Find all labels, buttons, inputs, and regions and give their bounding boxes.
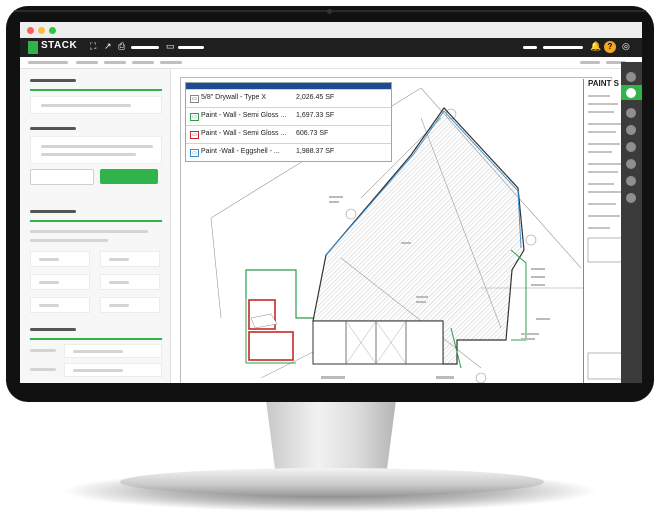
row-value-field[interactable] [64,363,162,377]
window-close-button[interactable] [27,27,34,34]
field-label [39,258,59,261]
info-line [30,239,108,242]
rail-tool-icon[interactable] [626,108,636,118]
section-divider [30,89,162,91]
rail-tool-icon[interactable] [626,72,636,82]
monitor-base [120,468,544,496]
rail-tool-icon-active[interactable] [626,88,636,98]
field-label [109,281,129,284]
rail-tool-icon[interactable] [626,176,636,186]
subnav-item[interactable] [580,61,600,64]
legend-item-name: Paint - Wall - Semi Gloss ... [201,130,287,137]
textarea-line [41,145,153,148]
sheet-notes [587,95,625,380]
primary-action-button[interactable] [100,169,158,184]
section-heading [30,328,76,331]
field-label [109,258,129,261]
bell-icon[interactable]: 🔔 [590,41,601,52]
legend-item-name: Paint -Wall - Eggshell - ... [201,148,280,155]
section-divider [30,220,162,222]
window-titlebar [20,22,642,38]
rail-tool-icon[interactable] [626,159,636,169]
input-placeholder [41,104,131,107]
section-heading [30,127,76,130]
row-label [30,368,56,371]
layer-swatch-icon: ▭ [190,131,199,139]
left-panel [20,69,171,383]
field-card[interactable] [30,251,90,267]
user-icon[interactable]: ◎ [622,41,630,52]
legend-item-quantity: 2,026.45 SF [296,94,335,101]
toolbar-label-placeholder[interactable] [131,46,159,49]
field-label [109,304,129,307]
legend-row[interactable]: ▭ 5/8" Drywall - Type X 2,026.45 SF [186,89,391,107]
window-maximize-button[interactable] [49,27,56,34]
layer-swatch-icon: ▭ [190,95,199,103]
legend-item-quantity: 1,697.33 SF [296,112,335,119]
print-icon[interactable]: ⎙ [118,41,125,52]
legend-item-quantity: 1,988.37 SF [296,148,335,155]
field-label [39,281,59,284]
file-icon[interactable]: ▭ [166,41,175,52]
row-value-field[interactable] [64,344,162,358]
section-heading [30,210,76,213]
screen: STACK ⛶ ↗ ⎙ ▭ 🔔 ? ◎ ▭ 5/8" Drywall - Typ… [20,22,642,383]
subnav-item[interactable] [160,61,182,64]
sheet-title: PAINT S [588,79,619,88]
rail-tool-icon[interactable] [626,142,636,152]
help-icon[interactable]: ? [604,41,616,53]
toolbar-label-placeholder-2[interactable] [178,46,204,49]
layer-swatch-icon: ▭ [190,113,199,121]
window-minimize-button[interactable] [38,27,45,34]
search-input[interactable] [30,96,162,114]
section-heading [30,79,76,82]
legend-row[interactable]: ▭ Paint - Wall - Semi Gloss ... 606.73 S… [186,125,391,143]
expand-icon[interactable]: ⛶ [90,41,96,52]
toolbar-right-placeholder-2[interactable] [543,46,583,49]
legend-item-name: Paint - Wall - Semi Gloss ... [201,112,287,119]
field-label [39,304,59,307]
field-card[interactable] [100,274,160,290]
subnav-item[interactable] [104,61,126,64]
secondary-input[interactable] [30,169,94,185]
subnav-item[interactable] [132,61,154,64]
legend-item-quantity: 606.73 SF [296,130,329,137]
field-card[interactable] [100,251,160,267]
takeoff-legend[interactable]: ▭ 5/8" Drywall - Type X 2,026.45 SF ▭ Pa… [185,82,392,162]
row-label [30,349,56,352]
toolbar-right-placeholder[interactable] [523,46,537,49]
sub-toolbar [20,57,642,69]
textarea-line [41,153,136,156]
external-link-icon[interactable]: ↗ [104,41,112,52]
field-card[interactable] [100,297,160,313]
field-card[interactable] [30,297,90,313]
legend-row[interactable]: ▭ Paint - Wall - Semi Gloss ... 1,697.33… [186,107,391,125]
stack-logo-icon [28,41,38,54]
info-line [30,230,148,233]
subnav-item[interactable] [28,61,68,64]
app-logo-text: STACK [41,40,78,51]
camera-icon [327,9,332,14]
legend-row[interactable]: ▭ Paint -Wall - Eggshell - ... 1,988.37 … [186,143,391,161]
legend-item-name: 5/8" Drywall - Type X [201,94,266,101]
subnav-item[interactable] [76,61,98,64]
app-toolbar: STACK ⛶ ↗ ⎙ ▭ 🔔 ? ◎ [20,38,642,57]
row-value [73,350,123,353]
rail-tool-icon[interactable] [626,125,636,135]
field-card[interactable] [30,274,90,290]
rail-tool-icon[interactable] [626,193,636,203]
layer-swatch-icon: ▭ [190,149,199,157]
section-divider [30,338,162,340]
row-value [73,369,123,372]
text-area[interactable] [30,136,162,164]
